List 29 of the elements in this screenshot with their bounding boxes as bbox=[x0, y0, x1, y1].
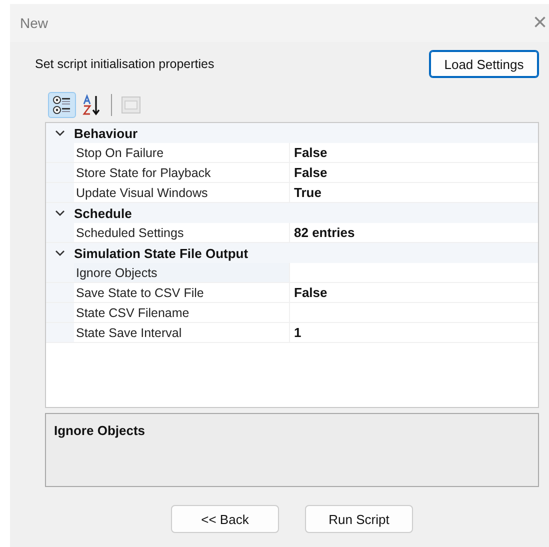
property-name[interactable]: State CSV Filename bbox=[74, 303, 290, 322]
categorized-button[interactable] bbox=[48, 92, 76, 118]
run-script-button[interactable]: Run Script bbox=[305, 505, 413, 533]
property-value[interactable]: False bbox=[290, 143, 538, 162]
category-name: Simulation State File Output bbox=[74, 246, 248, 260]
property-value[interactable]: 82 entries bbox=[290, 223, 538, 242]
back-button[interactable]: << Back bbox=[171, 505, 279, 533]
property-name[interactable]: Ignore Objects bbox=[74, 263, 290, 282]
property-name[interactable]: State Save Interval bbox=[74, 323, 290, 342]
property-value[interactable]: 1 bbox=[290, 323, 538, 342]
chevron-icon bbox=[55, 128, 65, 138]
property-value[interactable]: False bbox=[290, 283, 538, 302]
categorized-icon bbox=[51, 94, 73, 116]
property-pages-icon bbox=[120, 94, 142, 116]
dialog-caption: Set script initialisation properties bbox=[35, 57, 214, 71]
chevron-icon bbox=[55, 208, 65, 218]
property-name[interactable]: Store State for Playback bbox=[74, 163, 290, 182]
property-name[interactable]: Stop On Failure bbox=[74, 143, 290, 162]
description-title: Ignore Objects bbox=[54, 423, 146, 438]
property-value[interactable]: False bbox=[290, 163, 538, 182]
window-title: New bbox=[20, 15, 48, 31]
property-name[interactable]: Save State to CSV File bbox=[74, 283, 290, 302]
load-settings-button[interactable]: Load Settings bbox=[429, 50, 539, 78]
property-name[interactable]: Scheduled Settings bbox=[74, 223, 290, 242]
chevron-icon bbox=[55, 248, 65, 258]
property-value[interactable]: True bbox=[290, 183, 538, 202]
category-name: Behaviour bbox=[74, 126, 138, 140]
property-name[interactable]: Update Visual Windows bbox=[74, 183, 290, 202]
category-name: Schedule bbox=[74, 206, 132, 220]
